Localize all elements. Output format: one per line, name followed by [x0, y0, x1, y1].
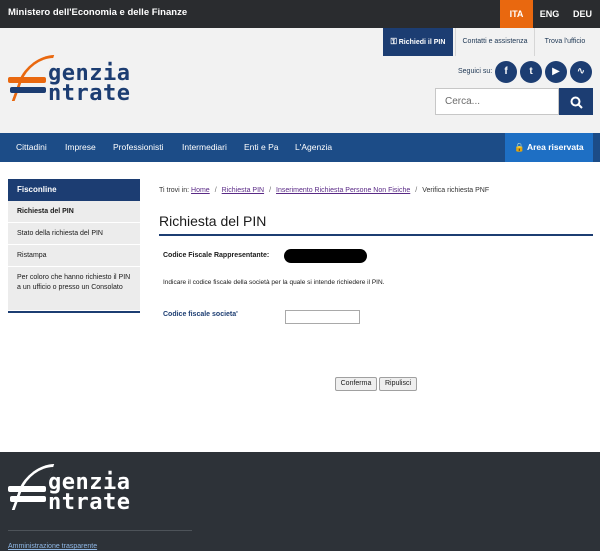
cf-societa-label: Codice fiscale societa' — [163, 311, 238, 318]
nav-imprese[interactable]: Imprese — [65, 133, 96, 162]
site-footer: genzia ntrate Amministrazione trasparent… — [0, 452, 600, 551]
contatti-link[interactable]: Contatti e assistenza — [455, 28, 535, 56]
facebook-icon[interactable]: f — [495, 61, 517, 83]
breadcrumb-separator: / — [269, 187, 272, 194]
ripulisci-button[interactable]: Ripulisci — [379, 377, 417, 391]
nav-cittadini[interactable]: Cittadini — [16, 133, 47, 162]
sidebar-title: Fisconline — [8, 179, 140, 201]
logo-bar-bottom — [10, 496, 46, 502]
cf-rappresentante-label: Codice Fiscale Rappresentante: — [163, 252, 270, 259]
footer-logo[interactable]: genzia ntrate — [8, 464, 168, 515]
sidebar-item-ufficio-consolato[interactable]: Per coloro che hanno richiesto il PIN a … — [8, 267, 140, 311]
page-title: Richiesta del PIN — [159, 213, 267, 229]
logo-bar-blue — [10, 87, 46, 93]
nav-agenzia[interactable]: L'Agenzia — [295, 133, 332, 162]
breadcrumb-separator: / — [415, 187, 418, 194]
agenzia-entrate-logo[interactable]: genzia ntrate — [8, 55, 168, 110]
footer-logo-line2: ntrate — [48, 490, 131, 515]
lang-deu[interactable]: DEU — [566, 0, 599, 28]
breadcrumb-home[interactable]: Home — [191, 187, 210, 194]
logo-bar-orange — [8, 77, 46, 83]
sidebar-item-stato-richiesta[interactable]: Stato della richiesta del PIN — [8, 223, 140, 245]
lock-icon: 🔒 — [514, 142, 525, 152]
richiedi-pin-link[interactable]: ⚿ Richiedi il PIN — [383, 28, 453, 56]
twitter-icon[interactable]: t — [520, 61, 542, 83]
breadcrumb-inserimento[interactable]: Inserimento Richiesta Persone Non Fisich… — [276, 187, 410, 194]
search-input[interactable]: Cerca... — [435, 88, 559, 115]
title-divider — [159, 234, 593, 236]
breadcrumb: Ti trovi in: Home / Richiesta PIN / Inserime… — [159, 187, 489, 194]
sidebar-item-ristampa[interactable]: Ristampa — [8, 245, 140, 267]
cf-societa-input[interactable] — [285, 310, 360, 324]
logo-bar-top — [8, 486, 46, 492]
conferma-button[interactable]: Conferma — [335, 377, 377, 391]
breadcrumb-current: Verifica richiesta PNF — [422, 187, 490, 194]
instruction-text: Indicare il codice fiscale della società… — [163, 279, 385, 286]
trova-ufficio-link[interactable]: Trova l'ufficio — [535, 28, 595, 56]
nav-enti-e-pa[interactable]: Enti e Pa — [244, 133, 279, 162]
lang-ita[interactable]: ITA — [500, 0, 533, 28]
sidebar: Fisconline Richiesta del PIN Stato della… — [8, 179, 140, 313]
social-label: Seguici su: — [458, 68, 493, 75]
richiedi-pin-label: Richiedi il PIN — [398, 39, 446, 46]
area-riservata-label: Area riservata — [526, 142, 584, 152]
sidebar-divider — [8, 311, 140, 313]
breadcrumb-separator: / — [214, 187, 217, 194]
search-button[interactable] — [559, 88, 593, 115]
youtube-icon[interactable]: ▶ — [545, 61, 567, 83]
area-riservata-button[interactable]: 🔒 Area riservata — [505, 133, 593, 162]
ministry-bar: Ministero dell'Economia e delle Finanze … — [0, 0, 600, 28]
breadcrumb-prefix: Ti trovi in: — [159, 187, 190, 194]
redacted-value — [284, 249, 367, 263]
search-icon — [570, 96, 583, 109]
lang-eng[interactable]: ENG — [533, 0, 566, 28]
sidebar-item-richiesta-pin[interactable]: Richiesta del PIN — [8, 201, 140, 223]
site-header: ⚿ Richiedi il PIN Contatti e assistenza T… — [0, 28, 600, 133]
logo-line2: ntrate — [48, 81, 131, 106]
amministrazione-trasparente-link[interactable]: Amministrazione trasparente — [8, 543, 97, 550]
key-icon: ⚿ — [390, 37, 397, 46]
breadcrumb-richiesta-pin[interactable]: Richiesta PIN — [222, 187, 264, 194]
ministry-name: Ministero dell'Economia e delle Finanze — [8, 7, 188, 18]
rss-icon[interactable]: ∿ — [570, 61, 592, 83]
nav-professionisti[interactable]: Professionisti — [113, 133, 164, 162]
footer-divider — [8, 530, 192, 531]
nav-intermediari[interactable]: Intermediari — [182, 133, 227, 162]
main-nav: Cittadini Imprese Professionisti Interme… — [0, 133, 600, 162]
